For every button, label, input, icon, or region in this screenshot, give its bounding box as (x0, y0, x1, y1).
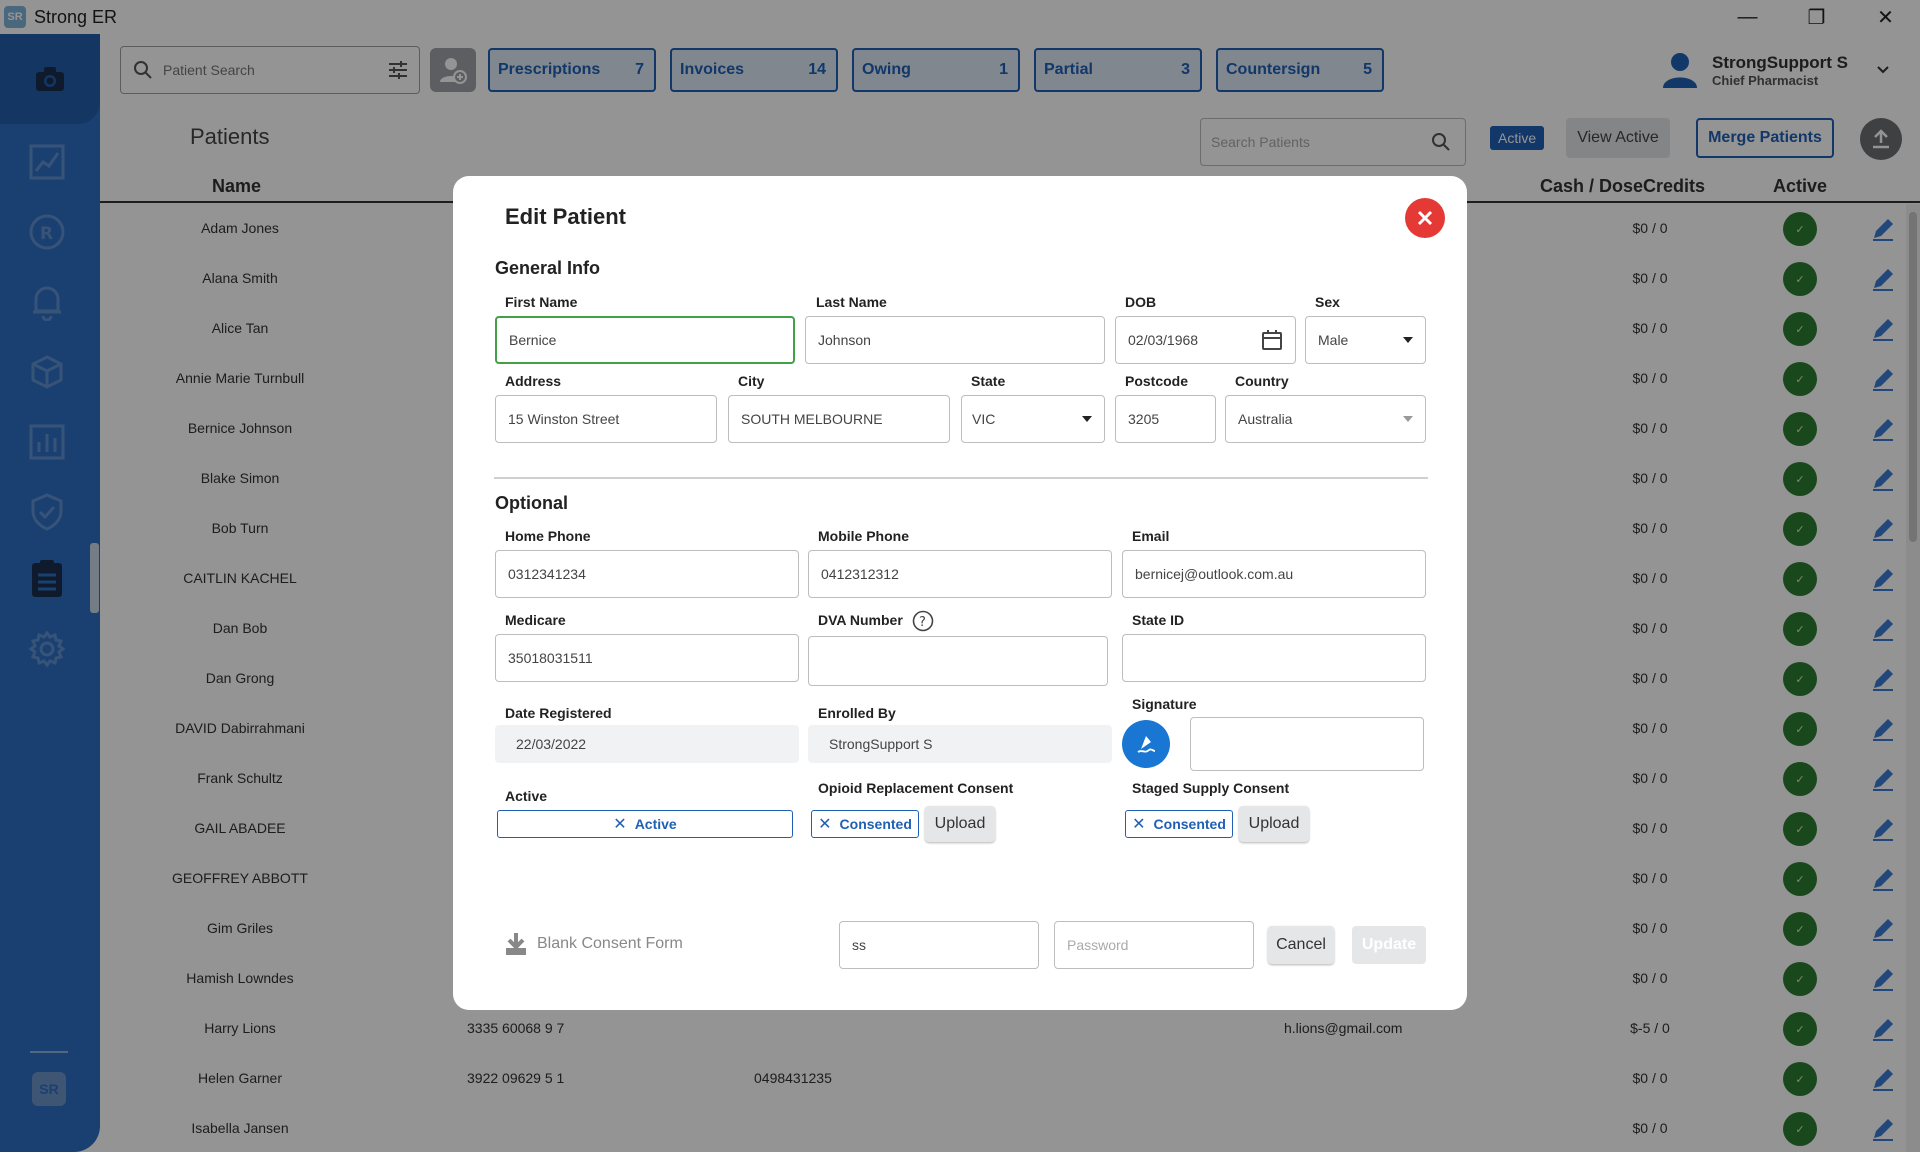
home-phone-label: Home Phone (505, 528, 591, 544)
close-icon[interactable]: ✕ (1132, 814, 1145, 834)
active-label: Active (505, 788, 548, 804)
help-icon[interactable]: ? (912, 610, 934, 632)
email-field[interactable]: bernicej@outlook.com.au (1122, 550, 1426, 598)
active-chip[interactable]: ✕ Active (497, 810, 793, 838)
section-divider (494, 477, 1428, 479)
sex-value: Male (1318, 332, 1349, 348)
dob-value: 02/03/1968 (1128, 332, 1199, 348)
signature-box[interactable] (1190, 717, 1424, 771)
edit-patient-dialog: Edit Patient General Info First Name Ber… (453, 176, 1467, 1010)
date-registered-label: Date Registered (505, 705, 612, 721)
email-label: Email (1132, 528, 1170, 544)
cancel-button[interactable]: Cancel (1268, 926, 1334, 964)
state-id-label: State ID (1132, 612, 1185, 628)
calendar-icon[interactable] (1261, 329, 1283, 351)
blank-consent-label: Blank Consent Form (537, 935, 683, 952)
staged-supply-consent-label: Staged Supply Consent (1132, 780, 1290, 796)
dva-number-field[interactable] (808, 636, 1108, 686)
state-label: State (971, 373, 1006, 389)
close-icon[interactable]: ✕ (818, 814, 831, 834)
auth-username-field[interactable]: ss (839, 921, 1039, 969)
staged-consented-chip[interactable]: ✕ Consented (1125, 810, 1233, 838)
chevron-down-icon (1403, 416, 1413, 422)
date-registered-field: 22/03/2022 (495, 725, 799, 763)
opioid-upload-button[interactable]: Upload (925, 806, 995, 842)
chevron-down-icon (1403, 337, 1413, 343)
update-button[interactable]: Update (1352, 926, 1426, 964)
last-name-label: Last Name (816, 294, 887, 310)
sex-select[interactable]: Male (1305, 316, 1426, 364)
enrolled-by-label: Enrolled By (818, 705, 896, 721)
staged-chip-label: Consented (1153, 816, 1226, 832)
svg-text:?: ? (919, 615, 926, 630)
home-phone-field[interactable]: 0312341234 (495, 550, 799, 598)
download-icon (506, 933, 526, 955)
last-name-field[interactable]: Johnson (805, 316, 1105, 364)
country-value: Australia (1238, 411, 1293, 427)
postcode-label: Postcode (1125, 373, 1189, 389)
signature-label: Signature (1132, 696, 1197, 712)
opioid-consent-label: Opioid Replacement Consent (818, 780, 1014, 796)
address-field[interactable]: 15 Winston Street (495, 395, 717, 443)
address-label: Address (505, 373, 562, 389)
country-label: Country (1235, 373, 1289, 389)
close-icon (1417, 210, 1433, 226)
blank-consent-form-link[interactable]: Blank Consent Form (505, 932, 683, 956)
mobile-phone-field[interactable]: 0412312312 (808, 550, 1112, 598)
signature-button[interactable] (1122, 720, 1170, 768)
city-label: City (738, 373, 765, 389)
chevron-down-icon (1082, 416, 1092, 422)
sex-label: Sex (1315, 294, 1340, 310)
section-general-info: General Info (495, 258, 601, 278)
close-dialog-button[interactable] (1405, 198, 1445, 238)
opioid-consented-chip[interactable]: ✕ Consented (811, 810, 919, 838)
state-value: VIC (972, 411, 996, 427)
country-select[interactable]: Australia (1225, 395, 1426, 443)
opioid-chip-label: Consented (839, 816, 912, 832)
mobile-phone-label: Mobile Phone (818, 528, 909, 544)
postcode-field[interactable]: 3205 (1115, 395, 1216, 443)
close-icon[interactable]: ✕ (613, 814, 626, 834)
dva-number-label: DVA Number (818, 612, 903, 628)
first-name-label: First Name (505, 294, 578, 310)
password-field[interactable]: Password (1054, 921, 1254, 969)
staged-upload-button[interactable]: Upload (1239, 806, 1309, 842)
medicare-field[interactable]: 35018031511 (495, 634, 799, 682)
state-select[interactable]: VIC (961, 395, 1105, 443)
section-optional: Optional (495, 493, 568, 513)
dob-label: DOB (1125, 294, 1157, 310)
dob-field[interactable]: 02/03/1968 (1115, 316, 1296, 364)
first-name-field[interactable]: Bernice (495, 316, 795, 364)
state-id-field[interactable] (1122, 634, 1426, 682)
enrolled-by-field: StrongSupport S (808, 725, 1112, 763)
city-field[interactable]: SOUTH MELBOURNE (728, 395, 950, 443)
medicare-label: Medicare (505, 612, 566, 628)
dialog-title: Edit Patient (505, 204, 627, 229)
active-chip-label: Active (634, 816, 677, 832)
signature-pen-icon (1137, 736, 1156, 753)
